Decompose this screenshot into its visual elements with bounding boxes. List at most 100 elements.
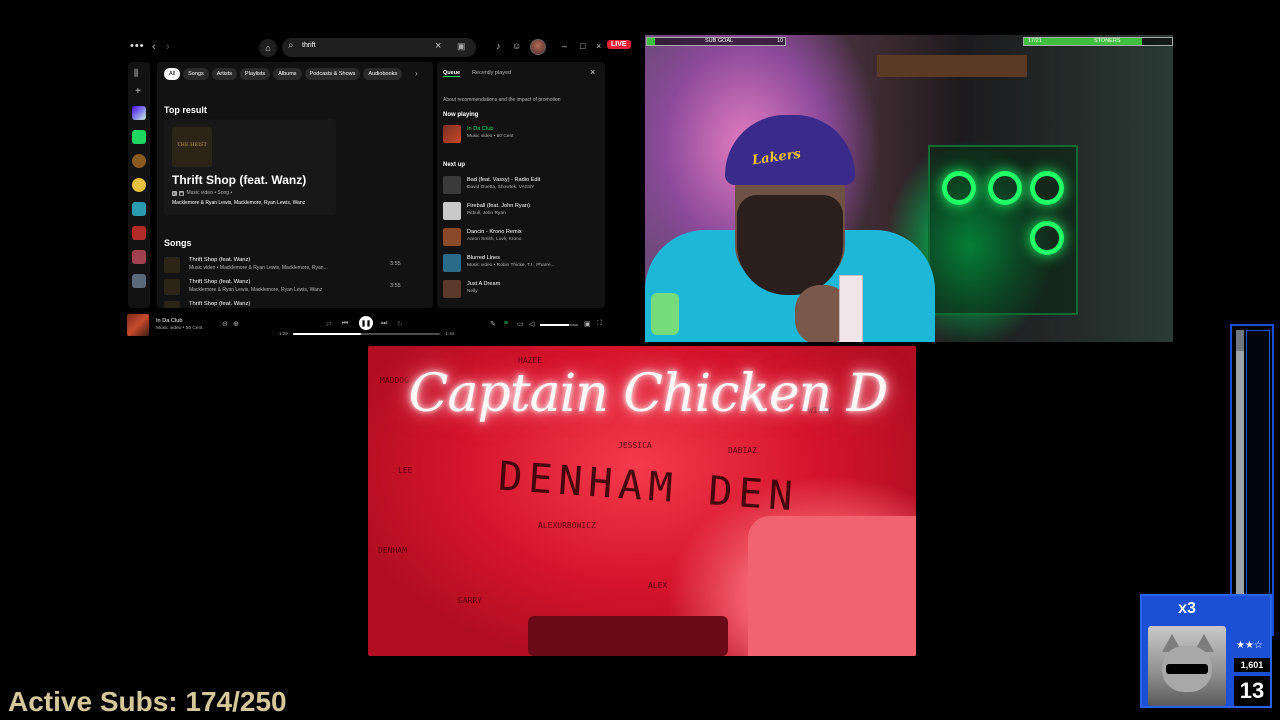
repeat-icon[interactable]: ↻ bbox=[397, 320, 403, 328]
library-tile[interactable] bbox=[132, 154, 146, 168]
window-close-icon[interactable]: × bbox=[596, 41, 601, 51]
recommendations-note[interactable]: About recommendations and the impact of … bbox=[443, 97, 561, 103]
bell-icon[interactable]: ♪ bbox=[496, 41, 501, 51]
more-menu-icon[interactable]: ••• bbox=[130, 40, 145, 52]
library-tile[interactable] bbox=[132, 202, 146, 216]
clear-search-icon[interactable]: × bbox=[435, 40, 441, 52]
song-row[interactable]: Thrift Shop (feat. Wanz) Music video • M… bbox=[164, 254, 406, 276]
miniplayer-icon[interactable]: ▣ bbox=[584, 320, 591, 328]
rgb-fan bbox=[1030, 221, 1064, 255]
volume-slider[interactable] bbox=[540, 324, 578, 326]
home-button[interactable]: ⌂ bbox=[259, 39, 277, 57]
queue-item-art bbox=[443, 202, 461, 220]
tab-recently-played[interactable]: Recently played bbox=[472, 70, 511, 76]
queue-item[interactable]: Fireball (feat. John Ryan) Pitbull, John… bbox=[443, 201, 603, 223]
next-up-label: Next up bbox=[443, 162, 466, 168]
library-tile[interactable] bbox=[132, 226, 146, 240]
fullscreen-icon[interactable]: ⛶ bbox=[597, 320, 602, 328]
search-bar[interactable]: ⌕ thrift × ▣ bbox=[282, 38, 476, 57]
library-tile[interactable] bbox=[132, 178, 146, 192]
chip-artists[interactable]: Artists bbox=[211, 68, 238, 80]
now-playing-item[interactable]: In Da Club Music video • 50 Cent bbox=[443, 124, 603, 146]
wall-scribble: GARRY bbox=[458, 596, 483, 605]
song-row[interactable]: Thrift Shop (feat. Wanz) bbox=[164, 298, 406, 308]
library-tile[interactable] bbox=[132, 250, 146, 264]
minimize-icon[interactable]: – bbox=[562, 41, 567, 51]
wall-scribble: DABIAZ bbox=[728, 446, 757, 455]
pause-button[interactable]: ❚❚ bbox=[359, 316, 373, 330]
liked-songs-tile[interactable] bbox=[132, 106, 146, 120]
player-track-subtitle[interactable]: Music video • 50 Cent bbox=[156, 326, 202, 331]
queue-icon[interactable]: ≡ bbox=[504, 320, 508, 327]
combo-level: 13 bbox=[1234, 676, 1270, 706]
song-title: Thrift Shop (feat. Wanz) bbox=[189, 279, 251, 285]
chip-playlists[interactable]: Playlists bbox=[240, 68, 271, 80]
connect-device-icon[interactable]: ▭ bbox=[517, 320, 524, 328]
search-input[interactable]: thrift bbox=[302, 42, 316, 49]
chip-podcasts[interactable]: Podcasts & Shows bbox=[304, 68, 361, 80]
player-art[interactable] bbox=[127, 314, 149, 336]
next-icon[interactable]: ⏭ bbox=[381, 320, 387, 328]
browse-icon[interactable]: ▣ bbox=[457, 41, 466, 52]
stoners-label: STONERS bbox=[1094, 38, 1121, 44]
pencil-icon[interactable]: ✎ bbox=[490, 320, 496, 328]
friends-icon[interactable]: ☺ bbox=[512, 41, 521, 51]
queue-item[interactable]: Just A Dream Nelly bbox=[443, 279, 603, 301]
chip-songs[interactable]: Songs bbox=[183, 68, 209, 80]
chip-audiobooks[interactable]: Audiobooks bbox=[363, 68, 403, 80]
song-art bbox=[164, 301, 180, 308]
song-row[interactable]: Thrift Shop (feat. Wanz) Macklemore & Ry… bbox=[164, 276, 406, 298]
queue-item-art bbox=[443, 254, 461, 272]
rgb-fan bbox=[942, 171, 976, 205]
previous-icon[interactable]: ⏮ bbox=[342, 320, 348, 328]
shuffle-icon[interactable]: ⇄ bbox=[326, 320, 332, 328]
queue-item[interactable]: Bad (feat. Vassy) - Radio Edit David Gue… bbox=[443, 175, 603, 197]
volume-icon[interactable]: ◁ bbox=[529, 320, 534, 328]
music-video-icon: ▣ bbox=[178, 190, 185, 196]
streamer-beard bbox=[737, 195, 843, 295]
now-playing-subtitle: Music video • 50 Cent bbox=[467, 134, 514, 139]
player-track-title[interactable]: In Da Club bbox=[156, 318, 182, 324]
library-tile[interactable] bbox=[132, 274, 146, 288]
songs-heading: Songs bbox=[164, 238, 192, 248]
maximize-icon[interactable]: □ bbox=[580, 41, 585, 51]
add-icon[interactable]: + bbox=[135, 86, 141, 97]
chip-albums[interactable]: Albums bbox=[273, 68, 302, 80]
wall-scribble: ALEXURBOWICZ bbox=[538, 521, 596, 530]
back-arrow-icon[interactable]: ‹ bbox=[152, 41, 156, 53]
top-result-card[interactable]: THE HEIST Thrift Shop (feat. Wanz) E ▣ M… bbox=[164, 119, 336, 215]
stoners-count: 17/21 bbox=[1028, 38, 1042, 44]
combo-count: 1,601 bbox=[1234, 658, 1270, 672]
song-art bbox=[164, 279, 180, 295]
queue-item-subtitle: Pitbull, John Ryan bbox=[467, 211, 506, 216]
song-subtitle: Macklemore & Ryan Lewis, Macklemore, Rya… bbox=[189, 287, 323, 293]
top-result-type: Music video • Song • bbox=[186, 190, 233, 196]
add-to-library-icon[interactable]: ⊕ bbox=[233, 320, 239, 328]
wall-scribble: MADDOG bbox=[380, 376, 409, 385]
close-icon[interactable]: × bbox=[590, 67, 595, 77]
top-result-title: Thrift Shop (feat. Wanz) bbox=[172, 173, 307, 187]
library-icon[interactable]: ⫼ bbox=[134, 68, 138, 79]
library-tile[interactable] bbox=[132, 130, 146, 144]
profile-avatar[interactable] bbox=[530, 39, 546, 55]
queue-item-subtitle: David Guetta, Showtek, VASSY bbox=[467, 185, 535, 190]
queue-item[interactable]: Dancin - Krono Remix Aaron Smith, Luvli,… bbox=[443, 227, 603, 249]
time-remaining: -1:44 bbox=[444, 331, 455, 336]
forward-arrow-icon[interactable]: › bbox=[166, 41, 170, 53]
volume-fill bbox=[540, 324, 569, 326]
search-results-panel: All Songs Artists Playlists Albums Podca… bbox=[157, 62, 433, 308]
now-playing-art bbox=[443, 125, 461, 143]
active-subs-counter: Active Subs: 174/250 bbox=[8, 686, 287, 717]
top-result-art-text: THE HEIST bbox=[177, 142, 207, 148]
chair bbox=[748, 516, 916, 656]
combo-widget: x3 ★★☆ 1,601 13 bbox=[1140, 594, 1272, 708]
queue-item[interactable]: Blurred Lines Music video • Robin Thicke… bbox=[443, 253, 603, 275]
tab-queue[interactable]: Queue bbox=[443, 70, 461, 77]
rgb-fan bbox=[1030, 171, 1064, 205]
chip-all[interactable]: All bbox=[164, 68, 181, 80]
song-title: Thrift Shop (feat. Wanz) bbox=[189, 301, 251, 307]
remove-icon[interactable]: ⊖ bbox=[222, 320, 228, 328]
playback-progress-bar[interactable] bbox=[293, 333, 440, 335]
queue-item-title: Bad (feat. Vassy) - Radio Edit bbox=[467, 177, 541, 183]
chips-scroll-arrow-icon[interactable]: › bbox=[415, 69, 418, 78]
